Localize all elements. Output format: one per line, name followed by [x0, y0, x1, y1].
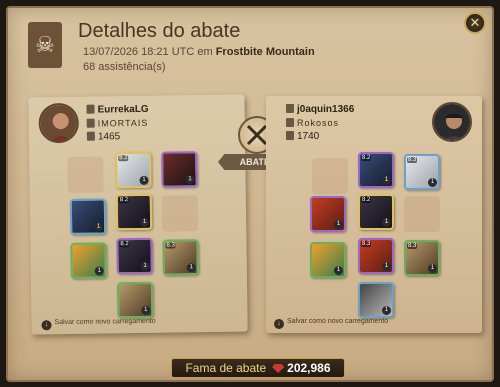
head-slot[interactable]: 8.2 1	[115, 151, 152, 189]
kill-fame-bar: Fama de abate 202,986	[171, 358, 345, 378]
kill-details-window: ☠ Detalhes do abate 13/07/2026 18:21 UTC…	[6, 6, 494, 382]
close-icon[interactable]: ✕	[464, 12, 486, 34]
item-power-icon	[286, 131, 294, 140]
killer-avatar[interactable]	[38, 102, 79, 144]
fame-gem-icon	[272, 364, 285, 373]
victim-avatar[interactable]	[432, 102, 472, 142]
player-icon	[286, 104, 294, 113]
guild-icon	[286, 118, 294, 127]
cape-slot[interactable]: 8.3 1	[404, 154, 440, 190]
empty-offhand-slot	[161, 195, 199, 232]
victim-name[interactable]: j0aquin1366	[286, 104, 354, 115]
killer-item-power: 1465	[86, 131, 120, 143]
victim-guild[interactable]: Rokosos	[286, 118, 339, 128]
fame-label: Fama de abate	[185, 361, 267, 375]
window-title: Detalhes do abate	[78, 20, 241, 42]
armor-slot[interactable]: 8.2 1	[115, 193, 153, 231]
main-hand-slot[interactable]: 1	[310, 196, 346, 232]
skull-icon: ☠	[28, 22, 62, 68]
item-power-icon	[86, 131, 95, 141]
mount-slot[interactable]: 1	[358, 282, 394, 318]
shoes-slot[interactable]: 8.2 1	[116, 237, 153, 275]
loadout-icon: ↓	[41, 320, 52, 331]
shoes-slot[interactable]: 8.3 1	[358, 238, 394, 274]
main-hand-slot[interactable]: 1	[69, 198, 107, 235]
empty-bag-slot	[312, 158, 348, 194]
loadout-icon: ↓	[274, 319, 284, 329]
kill-date: 13/07/2026 18:21 UTC em	[83, 46, 213, 58]
food-slot[interactable]: 8.3 1	[162, 239, 199, 276]
fame-value: 202,986	[287, 361, 331, 375]
victim-card: j0aquin1366 Rokosos 1740 8.2 1 8.3 1 1 8.2…	[266, 96, 482, 333]
cape-slot[interactable]: 1	[161, 151, 198, 188]
killer-save-loadout[interactable]: ↓ Salvar como novo carregamento	[41, 318, 156, 331]
killer-name[interactable]: EurrekaLG	[86, 104, 149, 116]
empty-bag-slot	[67, 156, 104, 193]
mount-slot[interactable]: 1	[116, 281, 154, 319]
victim-item-power: 1740	[286, 131, 319, 142]
armor-slot[interactable]: 8.2 1	[358, 194, 394, 230]
potion-slot[interactable]: 1	[70, 242, 107, 279]
killer-guild[interactable]: IMORTAIS	[86, 118, 148, 129]
kill-location: Frostbite Mountain	[215, 46, 315, 58]
player-icon	[86, 104, 95, 114]
kill-timestamp-location: 13/07/2026 18:21 UTC em Frostbite Mounta…	[83, 46, 315, 58]
food-slot[interactable]: 8.3 1	[404, 240, 440, 276]
guild-icon	[86, 118, 95, 128]
head-slot[interactable]: 8.2 1	[358, 152, 394, 188]
victim-save-loadout[interactable]: ↓ Salvar como novo carregamento	[274, 318, 388, 329]
potion-slot[interactable]: 1	[310, 242, 346, 278]
killer-card: EurrekaLG IMORTAIS 1465 8.2 1 1 1 8.2 1 1 …	[28, 94, 248, 335]
assist-count: 68 assistência(s)	[83, 61, 166, 73]
empty-offhand-slot	[404, 196, 440, 232]
